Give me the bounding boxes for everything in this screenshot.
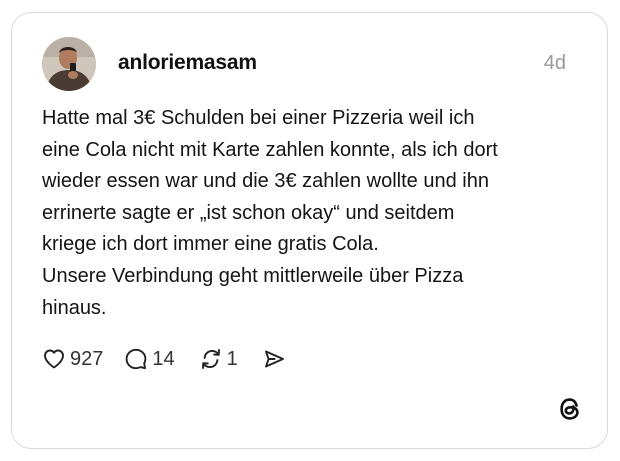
- avatar[interactable]: [42, 37, 96, 91]
- send-icon: [264, 350, 284, 368]
- post-text-line: kriege ich dort immer eine gratis Cola.: [42, 233, 379, 256]
- post-timestamp: 4d: [543, 52, 566, 74]
- comment-bubble-icon: [126, 348, 147, 370]
- post-text-line: wieder essen war und die 3€ zahlen wollt…: [42, 170, 489, 193]
- heart-icon: [44, 349, 64, 369]
- threads-logo-icon: [560, 398, 579, 420]
- post-text-line: Unsere Verbindung geht mittlerweile über…: [42, 264, 464, 287]
- like-button[interactable]: 927: [42, 347, 103, 371]
- reply-button[interactable]: 14: [124, 347, 175, 371]
- post-text-line: Hatte mal 3€ Schulden bei einer Pizzeria…: [42, 107, 475, 129]
- post-text-line: eine Cola nicht mit Karte zahlen konnte,…: [42, 138, 498, 161]
- like-count: 927: [70, 347, 104, 370]
- post-actions: 927 14 1: [42, 344, 286, 374]
- username[interactable]: anloriemasam: [118, 51, 257, 75]
- post-text: Hatte mal 3€ Schulden bei einer Pizzeria…: [42, 103, 562, 324]
- share-button[interactable]: [262, 347, 286, 371]
- reply-count: 14: [152, 347, 175, 370]
- avatar-image: [42, 37, 96, 91]
- repost-count: 1: [226, 347, 238, 370]
- repost-icon: [201, 349, 220, 369]
- repost-button[interactable]: 1: [199, 347, 238, 371]
- post-text-line: errinerte sagte er „ist schon okay“ und …: [42, 201, 455, 224]
- post-text-line: hinaus.: [42, 296, 107, 319]
